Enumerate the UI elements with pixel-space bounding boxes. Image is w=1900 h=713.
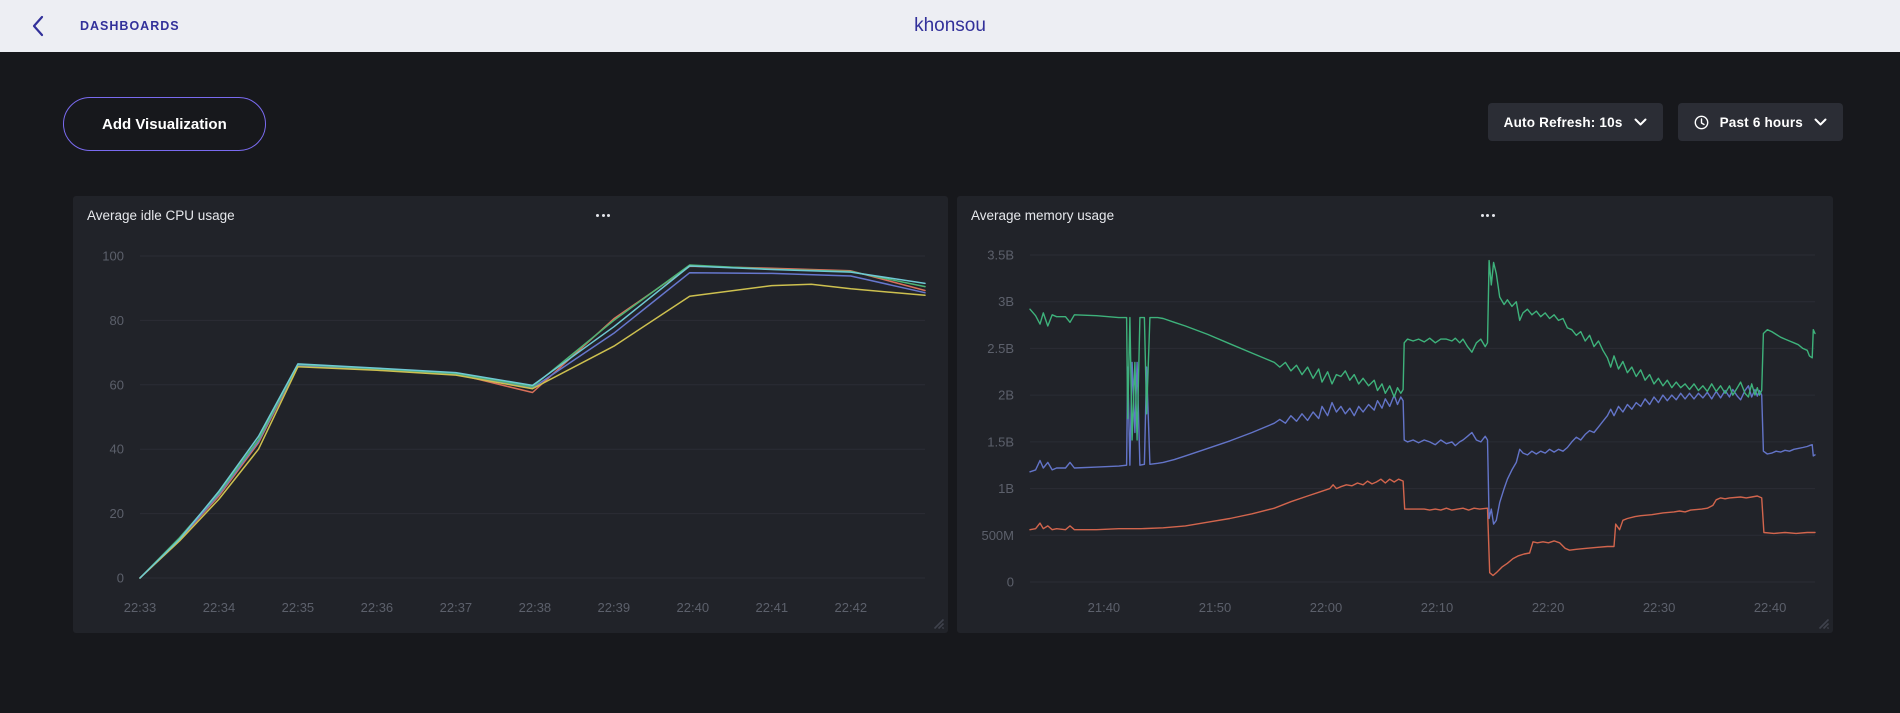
back-button[interactable] [24, 12, 52, 40]
dashboard-title: khonsou [914, 0, 986, 52]
clock-icon [1694, 115, 1709, 130]
svg-text:22:42: 22:42 [835, 600, 868, 615]
top-bar: DASHBOARDS khonsou [0, 0, 1900, 52]
panel-title: Average idle CPU usage [87, 208, 235, 223]
svg-text:2.5B: 2.5B [987, 341, 1014, 356]
svg-text:0: 0 [1007, 575, 1014, 590]
toolbar-right-group: Auto Refresh: 10s Past 6 hours [1488, 103, 1843, 141]
auto-refresh-dropdown[interactable]: Auto Refresh: 10s [1488, 103, 1663, 141]
svg-text:22:30: 22:30 [1643, 600, 1676, 615]
svg-text:22:38: 22:38 [519, 600, 552, 615]
app-root: DASHBOARDS khonsou Add Visualization Aut… [0, 0, 1900, 713]
svg-text:22:10: 22:10 [1421, 600, 1454, 615]
panel-header: Average memory usage [957, 196, 1833, 236]
svg-text:0: 0 [117, 571, 124, 586]
svg-text:3.5B: 3.5B [987, 248, 1014, 263]
svg-text:100: 100 [102, 249, 124, 264]
svg-text:22:34: 22:34 [203, 600, 236, 615]
svg-text:500M: 500M [981, 528, 1014, 543]
time-range-dropdown[interactable]: Past 6 hours [1678, 103, 1843, 141]
svg-text:22:33: 22:33 [124, 600, 157, 615]
svg-text:80: 80 [110, 313, 124, 328]
auto-refresh-label: Auto Refresh: 10s [1504, 115, 1623, 130]
svg-text:22:40: 22:40 [677, 600, 710, 615]
svg-text:60: 60 [110, 377, 124, 392]
svg-text:22:39: 22:39 [598, 600, 631, 615]
time-range-label: Past 6 hours [1720, 115, 1803, 130]
svg-text:2B: 2B [998, 388, 1014, 403]
svg-text:20: 20 [110, 506, 124, 521]
svg-text:22:41: 22:41 [756, 600, 789, 615]
panel-menu-button[interactable] [1475, 204, 1501, 226]
svg-text:22:00: 22:00 [1310, 600, 1343, 615]
svg-text:22:35: 22:35 [282, 600, 315, 615]
svg-text:22:40: 22:40 [1754, 600, 1787, 615]
resize-handle-icon[interactable] [930, 615, 945, 630]
svg-text:21:40: 21:40 [1088, 600, 1121, 615]
svg-text:1.5B: 1.5B [987, 434, 1014, 449]
panel-title: Average memory usage [971, 208, 1114, 223]
chevron-down-icon [1814, 118, 1827, 126]
svg-text:40: 40 [110, 442, 124, 457]
resize-handle-icon[interactable] [1815, 615, 1830, 630]
breadcrumb-dashboards[interactable]: DASHBOARDS [80, 0, 180, 52]
ellipsis-icon [596, 214, 610, 217]
svg-text:1B: 1B [998, 481, 1014, 496]
ellipsis-icon [1481, 214, 1495, 217]
svg-text:22:37: 22:37 [440, 600, 473, 615]
chevron-down-icon [1634, 118, 1647, 126]
panel-header: Average idle CPU usage [73, 196, 948, 236]
svg-text:21:50: 21:50 [1199, 600, 1232, 615]
cpu-usage-chart[interactable]: 100 80 60 40 20 022:33 22:34 22:35 22:36 22:37 22:… [73, 196, 948, 633]
svg-text:22:20: 22:20 [1532, 600, 1565, 615]
add-visualization-button[interactable]: Add Visualization [63, 97, 266, 151]
memory-usage-chart[interactable]: 3.5B 3B 2.5B 2B 1.5B 1B 500M 0 21:40 21:50 22:00 22… [957, 196, 1833, 633]
chevron-left-icon [30, 15, 46, 37]
panel-memory-usage: Average memory usage 3.5B 3B 2.5B 2B 1.5B 1B 5… [957, 196, 1833, 633]
panel-menu-button[interactable] [590, 204, 616, 226]
panel-cpu-usage: Average idle CPU usage 100 80 60 40 20 022:33… [73, 196, 948, 633]
svg-text:22:36: 22:36 [361, 600, 394, 615]
svg-text:3B: 3B [998, 294, 1014, 309]
